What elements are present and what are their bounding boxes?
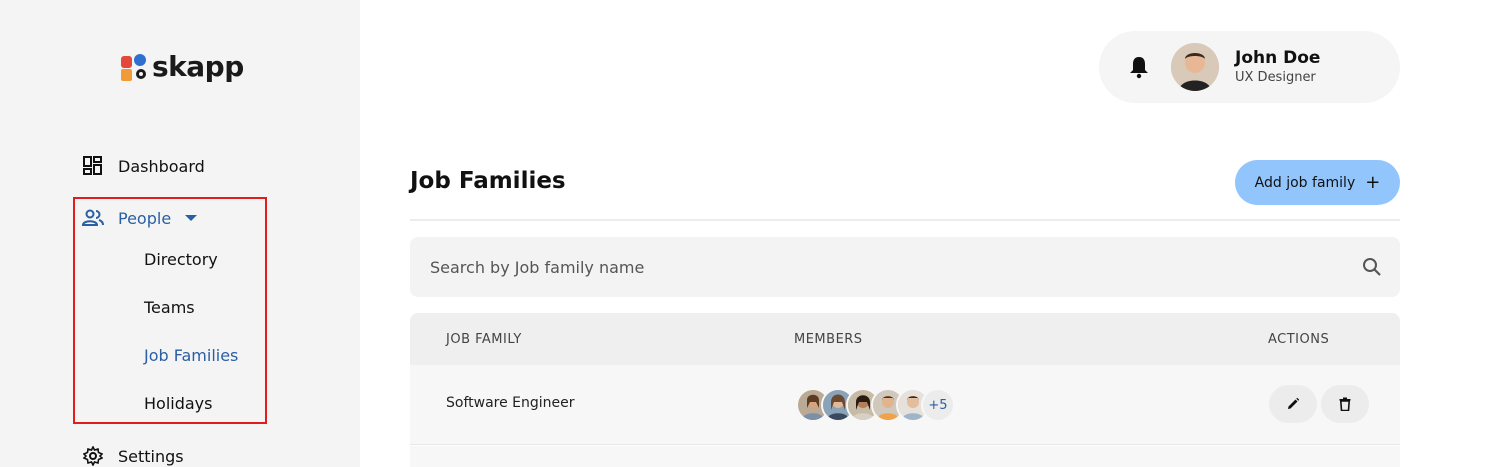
user-role: UX Designer xyxy=(1235,70,1316,85)
plus-icon: + xyxy=(1365,171,1381,193)
job-families-table: JOB FAMILY MEMBERS ACTIONS Software Engi… xyxy=(410,313,1400,467)
trash-icon xyxy=(1339,397,1351,411)
more-members-badge[interactable]: +5 xyxy=(921,388,955,422)
logo-mark-icon xyxy=(121,53,146,81)
sidebar-item-dashboard[interactable]: Dashboard xyxy=(82,155,205,177)
dashboard-icon xyxy=(82,155,104,177)
brand-name: skapp xyxy=(152,50,244,83)
divider xyxy=(410,219,1400,221)
avatar[interactable] xyxy=(1171,43,1219,91)
sidebar-item-label: Dashboard xyxy=(118,156,205,176)
table-row[interactable]: Software Engineer +5 xyxy=(410,365,1400,445)
column-header-members: MEMBERS xyxy=(794,332,863,347)
sidebar-item-settings[interactable]: Settings xyxy=(82,445,184,467)
member-avatars[interactable]: +5 xyxy=(796,387,955,423)
sidebar-item-label: Settings xyxy=(118,446,184,466)
search-icon[interactable] xyxy=(1362,257,1382,277)
highlight-annotation xyxy=(73,197,267,424)
bell-icon[interactable] xyxy=(1128,55,1150,79)
page-title: Job Families xyxy=(410,168,566,194)
edit-button[interactable] xyxy=(1269,385,1317,423)
column-header-job-family: JOB FAMILY xyxy=(446,332,522,347)
gear-icon xyxy=(82,445,104,467)
add-button-label: Add job family xyxy=(1254,174,1356,191)
search-input[interactable] xyxy=(430,237,1330,297)
delete-button[interactable] xyxy=(1321,385,1369,423)
table-header: JOB FAMILY MEMBERS ACTIONS xyxy=(410,313,1400,365)
sidebar: skapp Dashboard People Directory Teams J… xyxy=(0,0,360,467)
column-header-actions: ACTIONS xyxy=(1268,332,1330,347)
user-name: John Doe xyxy=(1235,48,1321,68)
app-root: skapp Dashboard People Directory Teams J… xyxy=(0,0,1512,467)
add-job-family-button[interactable]: Add job family + xyxy=(1235,160,1400,205)
table-row[interactable] xyxy=(410,446,1400,467)
brand-logo[interactable]: skapp xyxy=(120,50,244,83)
pencil-icon xyxy=(1288,397,1300,409)
search-bar xyxy=(410,237,1400,297)
job-family-name: Software Engineer xyxy=(446,395,575,411)
